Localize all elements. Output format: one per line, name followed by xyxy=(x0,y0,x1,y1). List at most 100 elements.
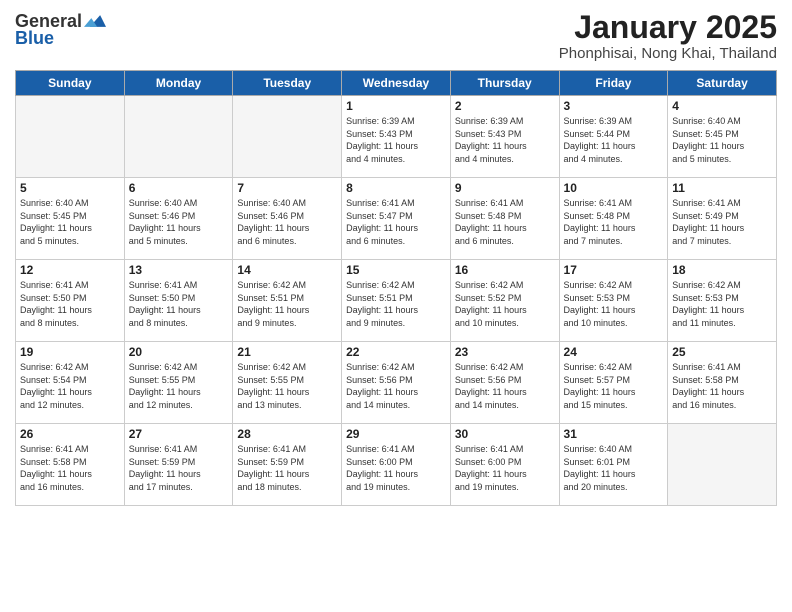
header: General Blue January 2025 Phonphisai, No… xyxy=(15,10,777,62)
cell-info: Sunrise: 6:42 AM Sunset: 5:55 PM Dayligh… xyxy=(129,361,229,411)
day-header-monday: Monday xyxy=(124,71,233,96)
logo: General Blue xyxy=(15,10,106,49)
cal-cell: 7Sunrise: 6:40 AM Sunset: 5:46 PM Daylig… xyxy=(233,178,342,260)
cal-cell: 28 Sunrise: 6:41 AM Sunset: 5:59 PM Dayli… xyxy=(233,424,342,506)
logo-blue: Blue xyxy=(15,28,54,49)
cal-cell: 19 Sunrise: 6:42 AM Sunset: 5:54 PM Dayli… xyxy=(16,342,125,424)
day-header-friday: Friday xyxy=(559,71,668,96)
cal-cell: 12Sunrise: 6:41 AM Sunset: 5:50 PM Dayli… xyxy=(16,260,125,342)
cell-info: Sunrise: 6:41 AM Sunset: 6:00 PM Dayligh… xyxy=(346,443,446,493)
cell-date: 18 xyxy=(672,263,772,277)
cell-date: 23 xyxy=(455,345,555,359)
cal-cell xyxy=(233,96,342,178)
cal-cell: 14 Sunrise: 6:42 AM Sunset: 5:51 PM Dayli… xyxy=(233,260,342,342)
cell-date: 22 xyxy=(346,345,446,359)
cell-info: Sunrise: 6:40 AM Sunset: 5:46 PM Dayligh… xyxy=(237,197,337,247)
cell-info: Sunrise: 6:42 AM Sunset: 5:51 PM Dayligh… xyxy=(237,279,337,329)
cal-cell: 13 Sunrise: 6:41 AM Sunset: 5:50 PM Dayli… xyxy=(124,260,233,342)
cell-info: Sunrise: 6:41 AM Sunset: 5:47 PM Dayligh… xyxy=(346,197,446,247)
cell-info: Sunrise: 6:42 AM Sunset: 5:56 PM Dayligh… xyxy=(346,361,446,411)
cal-cell: 4 Sunrise: 6:40 AM Sunset: 5:45 PM Daylig… xyxy=(668,96,777,178)
cell-date: 27 xyxy=(129,427,229,441)
cal-cell: 10 Sunrise: 6:41 AM Sunset: 5:48 PM Dayli… xyxy=(559,178,668,260)
cell-date: 28 xyxy=(237,427,337,441)
cal-cell: 21 Sunrise: 6:42 AM Sunset: 5:55 PM Dayli… xyxy=(233,342,342,424)
cal-cell: 11 Sunrise: 6:41 AM Sunset: 5:49 PM Dayli… xyxy=(668,178,777,260)
cal-cell xyxy=(16,96,125,178)
cal-cell: 18 Sunrise: 6:42 AM Sunset: 5:53 PM Dayli… xyxy=(668,260,777,342)
cal-cell: 22 Sunrise: 6:42 AM Sunset: 5:56 PM Dayli… xyxy=(342,342,451,424)
cell-date: 6 xyxy=(129,181,229,195)
cell-info: Sunrise: 6:41 AM Sunset: 5:48 PM Dayligh… xyxy=(455,197,555,247)
cell-date: 29 xyxy=(346,427,446,441)
cal-cell: 16 Sunrise: 6:42 AM Sunset: 5:52 PM Dayli… xyxy=(450,260,559,342)
cell-info: Sunrise: 6:40 AM Sunset: 6:01 PM Dayligh… xyxy=(564,443,664,493)
cal-cell: 30Sunrise: 6:41 AM Sunset: 6:00 PM Dayli… xyxy=(450,424,559,506)
cell-info: Sunrise: 6:41 AM Sunset: 5:49 PM Dayligh… xyxy=(672,197,772,247)
cal-cell: 6Sunrise: 6:40 AM Sunset: 5:46 PM Daylig… xyxy=(124,178,233,260)
cell-info: Sunrise: 6:42 AM Sunset: 5:53 PM Dayligh… xyxy=(564,279,664,329)
cal-cell xyxy=(124,96,233,178)
cell-date: 24 xyxy=(564,345,664,359)
day-header-saturday: Saturday xyxy=(668,71,777,96)
cell-date: 15 xyxy=(346,263,446,277)
cell-date: 4 xyxy=(672,99,772,113)
cell-info: Sunrise: 6:42 AM Sunset: 5:54 PM Dayligh… xyxy=(20,361,120,411)
cell-info: Sunrise: 6:41 AM Sunset: 5:59 PM Dayligh… xyxy=(237,443,337,493)
calendar-body: 1 Sunrise: 6:39 AM Sunset: 5:43 PM Daylig… xyxy=(16,96,777,506)
cal-cell: 9 Sunrise: 6:41 AM Sunset: 5:48 PM Daylig… xyxy=(450,178,559,260)
cell-info: Sunrise: 6:42 AM Sunset: 5:56 PM Dayligh… xyxy=(455,361,555,411)
cal-cell: 26 Sunrise: 6:41 AM Sunset: 5:58 PM Dayli… xyxy=(16,424,125,506)
cell-info: Sunrise: 6:39 AM Sunset: 5:43 PM Dayligh… xyxy=(455,115,555,165)
cal-cell: 23 Sunrise: 6:42 AM Sunset: 5:56 PM Dayli… xyxy=(450,342,559,424)
cell-info: Sunrise: 6:41 AM Sunset: 6:00 PM Dayligh… xyxy=(455,443,555,493)
calendar-title: January 2025 xyxy=(559,10,777,45)
cell-info: Sunrise: 6:41 AM Sunset: 5:50 PM Dayligh… xyxy=(129,279,229,329)
cell-date: 14 xyxy=(237,263,337,277)
cell-date: 19 xyxy=(20,345,120,359)
cell-date: 20 xyxy=(129,345,229,359)
page: General Blue January 2025 Phonphisai, No… xyxy=(0,0,792,612)
cell-date: 9 xyxy=(455,181,555,195)
cell-date: 17 xyxy=(564,263,664,277)
week-row-4: 19 Sunrise: 6:42 AM Sunset: 5:54 PM Dayli… xyxy=(16,342,777,424)
cell-date: 11 xyxy=(672,181,772,195)
cell-date: 1 xyxy=(346,99,446,113)
cell-date: 13 xyxy=(129,263,229,277)
cal-cell xyxy=(668,424,777,506)
cell-info: Sunrise: 6:39 AM Sunset: 5:43 PM Dayligh… xyxy=(346,115,446,165)
cell-date: 25 xyxy=(672,345,772,359)
cell-date: 12 xyxy=(20,263,120,277)
cal-cell: 3Sunrise: 6:39 AM Sunset: 5:44 PM Daylig… xyxy=(559,96,668,178)
cell-date: 3 xyxy=(564,99,664,113)
cal-cell: 31Sunrise: 6:40 AM Sunset: 6:01 PM Dayli… xyxy=(559,424,668,506)
cell-date: 21 xyxy=(237,345,337,359)
calendar-table: SundayMondayTuesdayWednesdayThursdayFrid… xyxy=(15,70,777,506)
cell-info: Sunrise: 6:42 AM Sunset: 5:52 PM Dayligh… xyxy=(455,279,555,329)
cell-info: Sunrise: 6:42 AM Sunset: 5:53 PM Dayligh… xyxy=(672,279,772,329)
days-header-row: SundayMondayTuesdayWednesdayThursdayFrid… xyxy=(16,71,777,96)
cal-cell: 27Sunrise: 6:41 AM Sunset: 5:59 PM Dayli… xyxy=(124,424,233,506)
cell-date: 8 xyxy=(346,181,446,195)
cal-cell: 25Sunrise: 6:41 AM Sunset: 5:58 PM Dayli… xyxy=(668,342,777,424)
logo-icon xyxy=(84,10,106,32)
cell-info: Sunrise: 6:42 AM Sunset: 5:55 PM Dayligh… xyxy=(237,361,337,411)
cell-date: 26 xyxy=(20,427,120,441)
cell-info: Sunrise: 6:40 AM Sunset: 5:45 PM Dayligh… xyxy=(672,115,772,165)
day-header-sunday: Sunday xyxy=(16,71,125,96)
cal-cell: 1 Sunrise: 6:39 AM Sunset: 5:43 PM Daylig… xyxy=(342,96,451,178)
cal-cell: 17 Sunrise: 6:42 AM Sunset: 5:53 PM Dayli… xyxy=(559,260,668,342)
cal-cell: 29 Sunrise: 6:41 AM Sunset: 6:00 PM Dayli… xyxy=(342,424,451,506)
week-row-1: 1 Sunrise: 6:39 AM Sunset: 5:43 PM Daylig… xyxy=(16,96,777,178)
day-header-tuesday: Tuesday xyxy=(233,71,342,96)
cal-cell: 8 Sunrise: 6:41 AM Sunset: 5:47 PM Daylig… xyxy=(342,178,451,260)
cell-date: 10 xyxy=(564,181,664,195)
cell-info: Sunrise: 6:41 AM Sunset: 5:58 PM Dayligh… xyxy=(20,443,120,493)
cell-info: Sunrise: 6:42 AM Sunset: 5:57 PM Dayligh… xyxy=(564,361,664,411)
cell-info: Sunrise: 6:41 AM Sunset: 5:48 PM Dayligh… xyxy=(564,197,664,247)
cal-cell: 24 Sunrise: 6:42 AM Sunset: 5:57 PM Dayli… xyxy=(559,342,668,424)
week-row-3: 12 Sunrise: 6:41 AM Sunset: 5:50 PM Dayli… xyxy=(16,260,777,342)
cell-date: 5 xyxy=(20,181,120,195)
week-row-5: 26 Sunrise: 6:41 AM Sunset: 5:58 PM Dayli… xyxy=(16,424,777,506)
cell-date: 16 xyxy=(455,263,555,277)
